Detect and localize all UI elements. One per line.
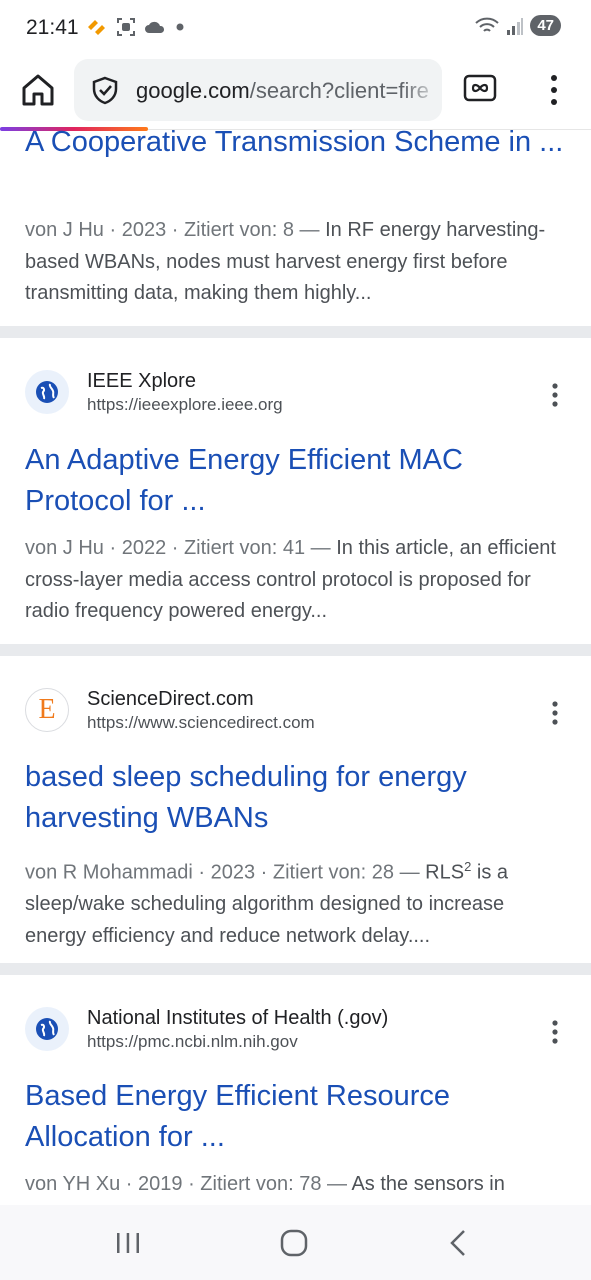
result-3-meta: von R Mohammadi · 2023 · Zitiert von: 28…: [25, 861, 420, 884]
result-separator: [0, 326, 591, 338]
result-4-source[interactable]: National Institutes of Health (.gov) htt…: [25, 1005, 388, 1053]
signal-icon: [507, 17, 524, 35]
result-2-source-name: IEEE Xplore: [87, 370, 196, 392]
result-1-title[interactable]: A Cooperative Transmission Scheme in ...: [25, 122, 565, 163]
status-time: 21:41: [26, 16, 79, 39]
result-2-snippet: von J Hu · 2022 · Zitiert von: 41 — In t…: [25, 533, 570, 628]
result-4-snippet: von YH Xu · 2019 · Zitiert von: 78 — As …: [25, 1169, 570, 1201]
home-icon: [22, 74, 54, 106]
more-vert-icon[interactable]: [545, 699, 565, 727]
screenshot-icon: [117, 18, 135, 36]
result-4-title[interactable]: Based Energy Efficient Resource Allocati…: [25, 1076, 565, 1158]
result-1-meta: von J Hu · 2023 · Zitiert von: 8 —: [25, 219, 320, 241]
result-1-snippet: von J Hu · 2023 · Zitiert von: 8 — In RF…: [25, 215, 570, 310]
home-nav-icon[interactable]: [278, 1227, 310, 1259]
more-vert-icon[interactable]: [545, 381, 565, 409]
result-3-snippet: von R Mohammadi · 2023 · Zitiert von: 28…: [25, 851, 570, 952]
url-bar[interactable]: google.com/search?client=fire: [74, 59, 442, 121]
result-3-source[interactable]: E ScienceDirect.com https://www.scienced…: [25, 686, 315, 734]
sciencedirect-logo-icon: E: [25, 688, 69, 732]
result-2-title[interactable]: An Adaptive Energy Efficient MAC Protoco…: [25, 440, 565, 522]
cloud-icon: [145, 21, 165, 33]
back-nav-icon[interactable]: [446, 1227, 470, 1259]
status-bar: 21:41 47: [0, 0, 591, 56]
result-3-source-url: https://www.sciencedirect.com: [87, 713, 315, 732]
url-domain: google.com: [136, 78, 250, 103]
shield-icon: [92, 76, 118, 105]
browser-toolbar: google.com/search?client=fire: [0, 56, 591, 130]
tabs-button[interactable]: [463, 74, 497, 102]
result-separator: [0, 644, 591, 656]
recent-apps-icon[interactable]: [114, 1227, 142, 1259]
result-separator: [0, 963, 591, 975]
wifi-icon: [475, 17, 499, 32]
result-4-text: As the sensors in: [347, 1173, 505, 1195]
sciencedirect-logo-letter: E: [38, 694, 56, 725]
globe-icon: [25, 370, 69, 414]
result-2-source[interactable]: IEEE Xplore https://ieeexplore.ieee.org: [25, 368, 283, 416]
battery-indicator: 47: [530, 15, 561, 36]
result-3-text-a: RLS: [419, 861, 465, 884]
url-text: google.com/search?client=fire: [136, 78, 429, 104]
result-3-title[interactable]: based sleep scheduling for energy harves…: [25, 757, 565, 839]
home-button[interactable]: [18, 70, 58, 110]
url-fade: [402, 59, 442, 121]
menu-button[interactable]: [540, 72, 568, 108]
status-notification-icons: [86, 17, 186, 37]
result-4-source-name: National Institutes of Health (.gov): [87, 1007, 389, 1029]
app-notification-icon: [88, 20, 105, 35]
status-system-icons: 47: [474, 15, 561, 36]
more-vert-icon[interactable]: [545, 1018, 565, 1046]
result-2-source-url: https://ieeexplore.ieee.org: [87, 395, 283, 414]
result-2-meta: von J Hu · 2022 · Zitiert von: 41 —: [25, 537, 331, 559]
result-3-source-name: ScienceDirect.com: [87, 688, 254, 710]
more-vert-icon: [551, 75, 557, 105]
result-4-source-url: https://pmc.ncbi.nlm.nih.gov: [87, 1032, 298, 1051]
tabs-infinity-icon: [463, 74, 497, 102]
result-4-meta: von YH Xu · 2019 · Zitiert von: 78 —: [25, 1173, 348, 1195]
dot-icon: [176, 23, 184, 31]
globe-icon: [25, 1007, 69, 1051]
system-navigation-bar: [0, 1205, 591, 1280]
